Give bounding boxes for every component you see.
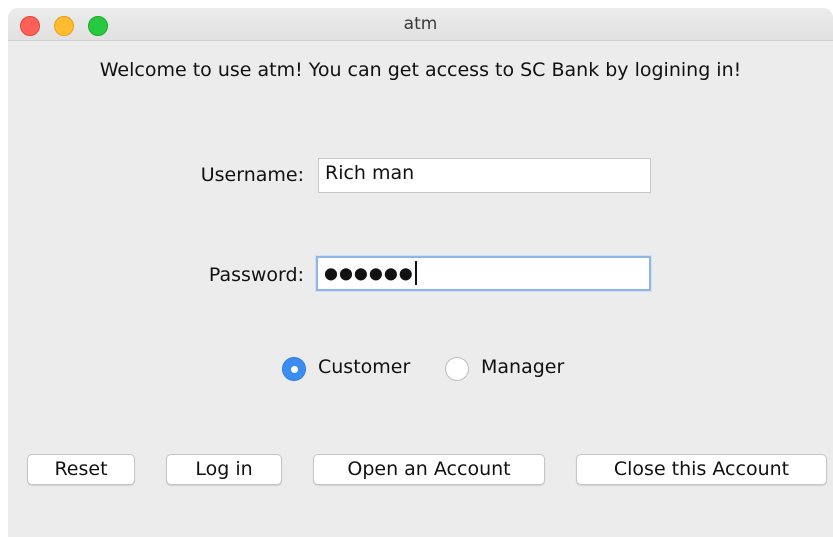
close-account-button[interactable]: Close this Account: [576, 454, 827, 485]
title-bar[interactable]: atm: [8, 8, 833, 41]
window-title: atm: [403, 14, 438, 34]
password-field[interactable]: ●●●●●●: [316, 256, 651, 291]
manager-radio-label[interactable]: Manager: [481, 356, 564, 378]
welcome-message: Welcome to use atm! You can get access t…: [99, 59, 742, 81]
login-button[interactable]: Log in: [166, 454, 282, 485]
open-account-button[interactable]: Open an Account: [313, 454, 545, 485]
username-label: Username:: [200, 164, 304, 186]
password-masked-value: ●●●●●●: [324, 263, 414, 283]
customer-radio[interactable]: [282, 357, 306, 381]
username-field[interactable]: Rich man: [318, 158, 651, 193]
password-label: Password:: [208, 264, 304, 286]
text-caret: [414, 261, 417, 285]
customer-radio-label[interactable]: Customer: [318, 356, 410, 378]
manager-radio[interactable]: [445, 357, 469, 381]
atm-window: atm Welcome to use atm! You can get acce…: [8, 8, 833, 537]
reset-button[interactable]: Reset: [27, 454, 135, 485]
username-value: Rich man: [325, 162, 415, 184]
